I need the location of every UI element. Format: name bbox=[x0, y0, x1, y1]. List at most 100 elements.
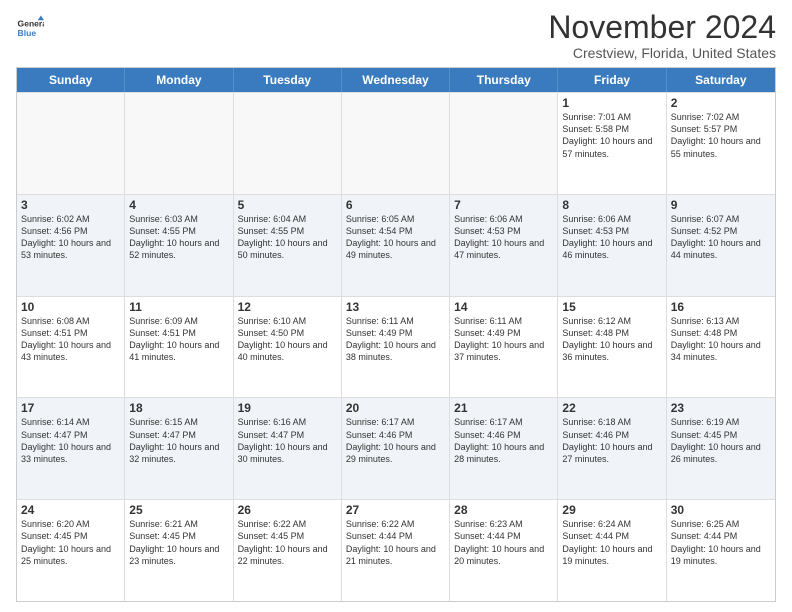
day-number: 20 bbox=[346, 401, 445, 415]
calendar-body: 1Sunrise: 7:01 AM Sunset: 5:58 PM Daylig… bbox=[17, 92, 775, 601]
cell-info: Sunrise: 6:16 AM Sunset: 4:47 PM Dayligh… bbox=[238, 416, 337, 465]
cell-info: Sunrise: 6:07 AM Sunset: 4:52 PM Dayligh… bbox=[671, 213, 771, 262]
cell-info: Sunrise: 6:24 AM Sunset: 4:44 PM Dayligh… bbox=[562, 518, 661, 567]
cell-info: Sunrise: 6:15 AM Sunset: 4:47 PM Dayligh… bbox=[129, 416, 228, 465]
day-number: 13 bbox=[346, 300, 445, 314]
week-row-3: 10Sunrise: 6:08 AM Sunset: 4:51 PM Dayli… bbox=[17, 296, 775, 398]
week-row-2: 3Sunrise: 6:02 AM Sunset: 4:56 PM Daylig… bbox=[17, 194, 775, 296]
cell-info: Sunrise: 6:17 AM Sunset: 4:46 PM Dayligh… bbox=[346, 416, 445, 465]
week-row-4: 17Sunrise: 6:14 AM Sunset: 4:47 PM Dayli… bbox=[17, 397, 775, 499]
cell-info: Sunrise: 6:09 AM Sunset: 4:51 PM Dayligh… bbox=[129, 315, 228, 364]
calendar-cell: 22Sunrise: 6:18 AM Sunset: 4:46 PM Dayli… bbox=[558, 398, 666, 499]
calendar-cell bbox=[234, 93, 342, 194]
day-header-friday: Friday bbox=[558, 68, 666, 92]
week-row-1: 1Sunrise: 7:01 AM Sunset: 5:58 PM Daylig… bbox=[17, 92, 775, 194]
day-number: 29 bbox=[562, 503, 661, 517]
calendar: SundayMondayTuesdayWednesdayThursdayFrid… bbox=[16, 67, 776, 602]
day-header-sunday: Sunday bbox=[17, 68, 125, 92]
calendar-cell: 5Sunrise: 6:04 AM Sunset: 4:55 PM Daylig… bbox=[234, 195, 342, 296]
day-number: 17 bbox=[21, 401, 120, 415]
cell-info: Sunrise: 6:06 AM Sunset: 4:53 PM Dayligh… bbox=[454, 213, 553, 262]
calendar-cell: 17Sunrise: 6:14 AM Sunset: 4:47 PM Dayli… bbox=[17, 398, 125, 499]
calendar-cell: 24Sunrise: 6:20 AM Sunset: 4:45 PM Dayli… bbox=[17, 500, 125, 601]
day-number: 14 bbox=[454, 300, 553, 314]
day-number: 9 bbox=[671, 198, 771, 212]
day-header-tuesday: Tuesday bbox=[234, 68, 342, 92]
cell-info: Sunrise: 6:06 AM Sunset: 4:53 PM Dayligh… bbox=[562, 213, 661, 262]
calendar-cell bbox=[17, 93, 125, 194]
cell-info: Sunrise: 6:18 AM Sunset: 4:46 PM Dayligh… bbox=[562, 416, 661, 465]
cell-info: Sunrise: 7:01 AM Sunset: 5:58 PM Dayligh… bbox=[562, 111, 661, 160]
svg-text:Blue: Blue bbox=[18, 28, 37, 38]
calendar-cell: 1Sunrise: 7:01 AM Sunset: 5:58 PM Daylig… bbox=[558, 93, 666, 194]
cell-info: Sunrise: 6:03 AM Sunset: 4:55 PM Dayligh… bbox=[129, 213, 228, 262]
calendar-cell: 6Sunrise: 6:05 AM Sunset: 4:54 PM Daylig… bbox=[342, 195, 450, 296]
calendar-cell: 13Sunrise: 6:11 AM Sunset: 4:49 PM Dayli… bbox=[342, 297, 450, 398]
day-number: 8 bbox=[562, 198, 661, 212]
cell-info: Sunrise: 6:10 AM Sunset: 4:50 PM Dayligh… bbox=[238, 315, 337, 364]
day-number: 16 bbox=[671, 300, 771, 314]
day-header-wednesday: Wednesday bbox=[342, 68, 450, 92]
day-number: 27 bbox=[346, 503, 445, 517]
calendar-cell: 16Sunrise: 6:13 AM Sunset: 4:48 PM Dayli… bbox=[667, 297, 775, 398]
calendar-cell: 4Sunrise: 6:03 AM Sunset: 4:55 PM Daylig… bbox=[125, 195, 233, 296]
calendar-cell: 11Sunrise: 6:09 AM Sunset: 4:51 PM Dayli… bbox=[125, 297, 233, 398]
cell-info: Sunrise: 7:02 AM Sunset: 5:57 PM Dayligh… bbox=[671, 111, 771, 160]
calendar-cell: 25Sunrise: 6:21 AM Sunset: 4:45 PM Dayli… bbox=[125, 500, 233, 601]
calendar-cell: 23Sunrise: 6:19 AM Sunset: 4:45 PM Dayli… bbox=[667, 398, 775, 499]
day-number: 15 bbox=[562, 300, 661, 314]
header: General Blue November 2024 Crestview, Fl… bbox=[16, 10, 776, 61]
day-number: 7 bbox=[454, 198, 553, 212]
calendar-cell: 19Sunrise: 6:16 AM Sunset: 4:47 PM Dayli… bbox=[234, 398, 342, 499]
day-header-monday: Monday bbox=[125, 68, 233, 92]
calendar-cell: 26Sunrise: 6:22 AM Sunset: 4:45 PM Dayli… bbox=[234, 500, 342, 601]
main-title: November 2024 bbox=[548, 10, 776, 45]
calendar-cell: 12Sunrise: 6:10 AM Sunset: 4:50 PM Dayli… bbox=[234, 297, 342, 398]
day-number: 2 bbox=[671, 96, 771, 110]
calendar-cell: 3Sunrise: 6:02 AM Sunset: 4:56 PM Daylig… bbox=[17, 195, 125, 296]
cell-info: Sunrise: 6:02 AM Sunset: 4:56 PM Dayligh… bbox=[21, 213, 120, 262]
day-number: 3 bbox=[21, 198, 120, 212]
cell-info: Sunrise: 6:23 AM Sunset: 4:44 PM Dayligh… bbox=[454, 518, 553, 567]
calendar-cell: 2Sunrise: 7:02 AM Sunset: 5:57 PM Daylig… bbox=[667, 93, 775, 194]
calendar-cell: 20Sunrise: 6:17 AM Sunset: 4:46 PM Dayli… bbox=[342, 398, 450, 499]
cell-info: Sunrise: 6:19 AM Sunset: 4:45 PM Dayligh… bbox=[671, 416, 771, 465]
page: General Blue November 2024 Crestview, Fl… bbox=[0, 0, 792, 612]
day-number: 11 bbox=[129, 300, 228, 314]
cell-info: Sunrise: 6:22 AM Sunset: 4:45 PM Dayligh… bbox=[238, 518, 337, 567]
day-number: 5 bbox=[238, 198, 337, 212]
day-header-saturday: Saturday bbox=[667, 68, 775, 92]
day-number: 1 bbox=[562, 96, 661, 110]
cell-info: Sunrise: 6:08 AM Sunset: 4:51 PM Dayligh… bbox=[21, 315, 120, 364]
logo: General Blue bbox=[16, 14, 48, 42]
cell-info: Sunrise: 6:05 AM Sunset: 4:54 PM Dayligh… bbox=[346, 213, 445, 262]
day-header-thursday: Thursday bbox=[450, 68, 558, 92]
day-number: 4 bbox=[129, 198, 228, 212]
day-number: 22 bbox=[562, 401, 661, 415]
cell-info: Sunrise: 6:12 AM Sunset: 4:48 PM Dayligh… bbox=[562, 315, 661, 364]
cell-info: Sunrise: 6:13 AM Sunset: 4:48 PM Dayligh… bbox=[671, 315, 771, 364]
cell-info: Sunrise: 6:11 AM Sunset: 4:49 PM Dayligh… bbox=[454, 315, 553, 364]
title-block: November 2024 Crestview, Florida, United… bbox=[548, 10, 776, 61]
day-number: 19 bbox=[238, 401, 337, 415]
calendar-header: SundayMondayTuesdayWednesdayThursdayFrid… bbox=[17, 68, 775, 92]
calendar-cell: 14Sunrise: 6:11 AM Sunset: 4:49 PM Dayli… bbox=[450, 297, 558, 398]
logo-icon: General Blue bbox=[16, 14, 44, 42]
cell-info: Sunrise: 6:22 AM Sunset: 4:44 PM Dayligh… bbox=[346, 518, 445, 567]
cell-info: Sunrise: 6:20 AM Sunset: 4:45 PM Dayligh… bbox=[21, 518, 120, 567]
calendar-cell: 21Sunrise: 6:17 AM Sunset: 4:46 PM Dayli… bbox=[450, 398, 558, 499]
day-number: 30 bbox=[671, 503, 771, 517]
calendar-cell bbox=[450, 93, 558, 194]
calendar-cell bbox=[342, 93, 450, 194]
calendar-cell: 15Sunrise: 6:12 AM Sunset: 4:48 PM Dayli… bbox=[558, 297, 666, 398]
cell-info: Sunrise: 6:04 AM Sunset: 4:55 PM Dayligh… bbox=[238, 213, 337, 262]
day-number: 26 bbox=[238, 503, 337, 517]
calendar-cell: 18Sunrise: 6:15 AM Sunset: 4:47 PM Dayli… bbox=[125, 398, 233, 499]
calendar-cell: 27Sunrise: 6:22 AM Sunset: 4:44 PM Dayli… bbox=[342, 500, 450, 601]
day-number: 23 bbox=[671, 401, 771, 415]
cell-info: Sunrise: 6:17 AM Sunset: 4:46 PM Dayligh… bbox=[454, 416, 553, 465]
calendar-cell bbox=[125, 93, 233, 194]
subtitle: Crestview, Florida, United States bbox=[548, 45, 776, 61]
calendar-cell: 29Sunrise: 6:24 AM Sunset: 4:44 PM Dayli… bbox=[558, 500, 666, 601]
day-number: 10 bbox=[21, 300, 120, 314]
